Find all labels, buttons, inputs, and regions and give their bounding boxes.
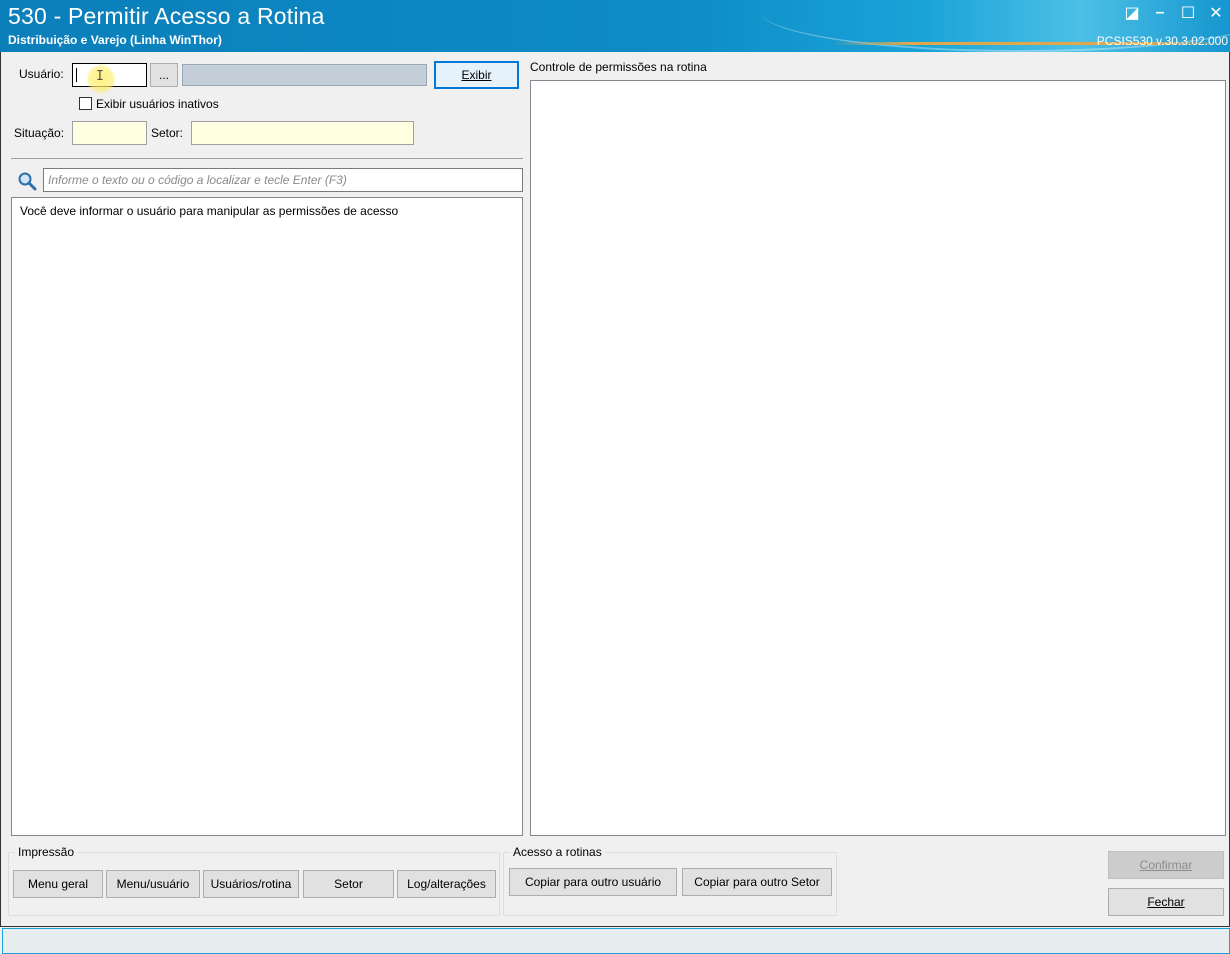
usuario-label: Usuário: bbox=[19, 67, 64, 81]
version-label: PCSIS530 v.30.3.02.000 bbox=[1096, 34, 1228, 48]
situacao-field[interactable] bbox=[72, 121, 147, 145]
acesso-title: Acesso a rotinas bbox=[510, 845, 605, 859]
menu-usuario-button[interactable]: Menu/usuário bbox=[106, 870, 200, 898]
routine-permissions-panel[interactable] bbox=[530, 80, 1226, 836]
usuario-lookup-button[interactable]: ... bbox=[150, 63, 178, 87]
controle-title: Controle de permissões na rotina bbox=[530, 60, 707, 74]
ibeam-cursor-icon: I bbox=[96, 69, 104, 84]
inativos-checkbox[interactable] bbox=[79, 97, 92, 110]
user-permissions-panel[interactable]: Você deve informar o usuário para manipu… bbox=[11, 197, 523, 836]
search-input[interactable]: Informe o texto ou o código a localizar … bbox=[43, 168, 523, 192]
copiar-setor-button[interactable]: Copiar para outro Setor bbox=[682, 868, 832, 896]
search-icon bbox=[17, 171, 39, 191]
close-icon[interactable]: ✕ bbox=[1202, 0, 1230, 26]
usuarios-rotina-button[interactable]: Usuários/rotina bbox=[203, 870, 299, 898]
title-bar: 530 - Permitir Acesso a Rotina Distribui… bbox=[0, 0, 1230, 52]
fechar-button[interactable]: Fechar bbox=[1108, 888, 1224, 916]
restore-icon[interactable]: ◪ bbox=[1118, 0, 1146, 26]
status-bar bbox=[2, 928, 1230, 954]
inativos-label: Exibir usuários inativos bbox=[96, 97, 219, 111]
text-caret bbox=[76, 68, 77, 82]
window-title: 530 - Permitir Acesso a Rotina bbox=[8, 3, 325, 29]
search-placeholder: Informe o texto ou o código a localizar … bbox=[48, 173, 347, 187]
setor-field[interactable] bbox=[191, 121, 414, 145]
setor-button[interactable]: Setor bbox=[303, 870, 394, 898]
impressao-title: Impressão bbox=[15, 845, 78, 859]
exibir-button[interactable]: Exibir bbox=[434, 61, 519, 89]
acesso-group: Acesso a rotinas Copiar para outro usuár… bbox=[503, 845, 837, 916]
log-alteracoes-button[interactable]: Log/alterações bbox=[397, 870, 496, 898]
confirmar-button[interactable]: Confirmar bbox=[1108, 851, 1224, 879]
situacao-label: Situação: bbox=[14, 126, 65, 140]
empty-message: Você deve informar o usuário para manipu… bbox=[20, 204, 399, 218]
setor-label: Setor: bbox=[151, 126, 184, 140]
window-subtitle: Distribuição e Varejo (Linha WinThor) bbox=[8, 33, 222, 47]
menu-geral-button[interactable]: Menu geral bbox=[13, 870, 103, 898]
main-window: Usuário: I ... Exibir Exibir usuários in… bbox=[0, 52, 1230, 927]
separator bbox=[11, 158, 523, 159]
impressao-group: Impressão Menu geral Menu/usuário Usuári… bbox=[8, 845, 500, 916]
usuario-name-field bbox=[182, 64, 427, 86]
copiar-usuario-button[interactable]: Copiar para outro usuário bbox=[509, 868, 677, 896]
window-controls: ◪ – ☐ ✕ bbox=[1118, 0, 1230, 30]
maximize-icon[interactable]: ☐ bbox=[1174, 0, 1202, 26]
minimize-icon[interactable]: – bbox=[1146, 0, 1174, 26]
